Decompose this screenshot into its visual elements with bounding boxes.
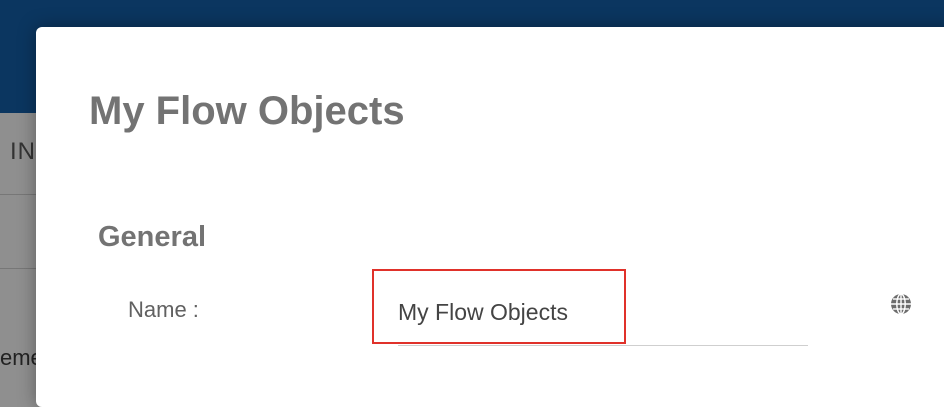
background-tab-label: IN bbox=[10, 138, 36, 165]
dialog: My Flow Objects General Name : bbox=[36, 27, 944, 407]
name-field-label: Name : bbox=[128, 297, 199, 322]
dialog-title: My Flow Objects bbox=[89, 89, 405, 133]
background-divider bbox=[0, 194, 40, 195]
globe-icon[interactable] bbox=[889, 292, 913, 316]
name-field-container bbox=[398, 279, 808, 346]
background-divider bbox=[0, 268, 40, 269]
section-title-general: General bbox=[98, 221, 206, 253]
name-field[interactable] bbox=[398, 279, 808, 345]
globe-icon-graphic bbox=[891, 293, 911, 315]
